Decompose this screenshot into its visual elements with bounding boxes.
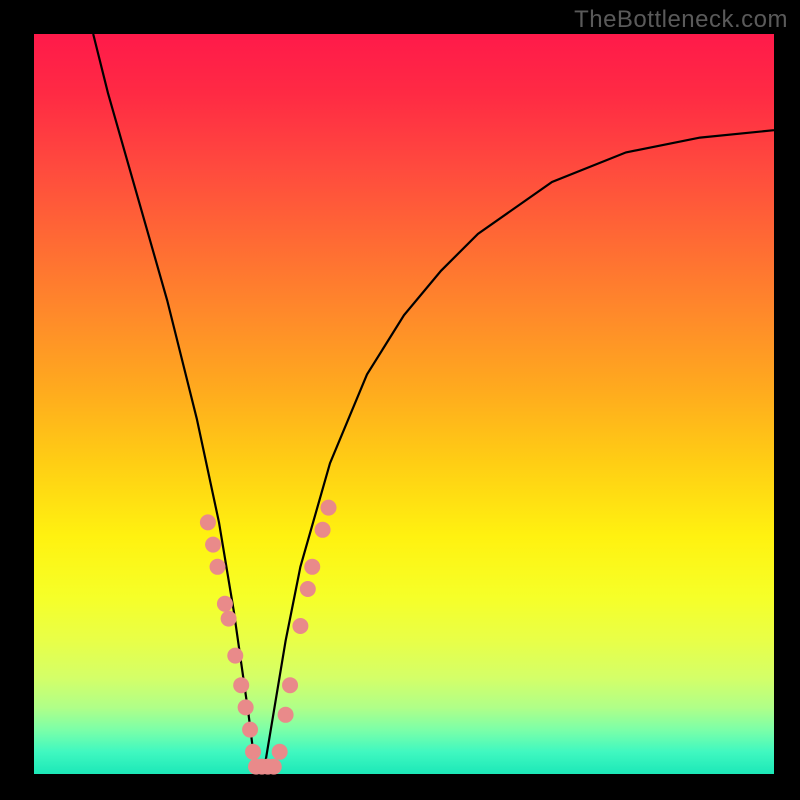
data-marker [233,677,249,693]
chart-svg [34,34,774,774]
watermark-text: TheBottleneck.com [574,6,788,34]
chart-plot-area [34,34,774,774]
data-marker [278,707,294,723]
data-marker [242,722,258,738]
data-marker [282,677,298,693]
data-marker [205,537,221,553]
data-marker [272,744,288,760]
data-marker [304,559,320,575]
data-marker [245,744,261,760]
data-marker [221,611,237,627]
data-marker [200,514,216,530]
data-marker [210,559,226,575]
bottleneck-curve [93,34,774,774]
data-markers [200,500,337,775]
data-marker [217,596,233,612]
data-marker [266,759,282,775]
data-marker [292,618,308,634]
data-marker [300,581,316,597]
data-marker [321,500,337,516]
data-marker [238,699,254,715]
data-marker [315,522,331,538]
data-marker [227,648,243,664]
